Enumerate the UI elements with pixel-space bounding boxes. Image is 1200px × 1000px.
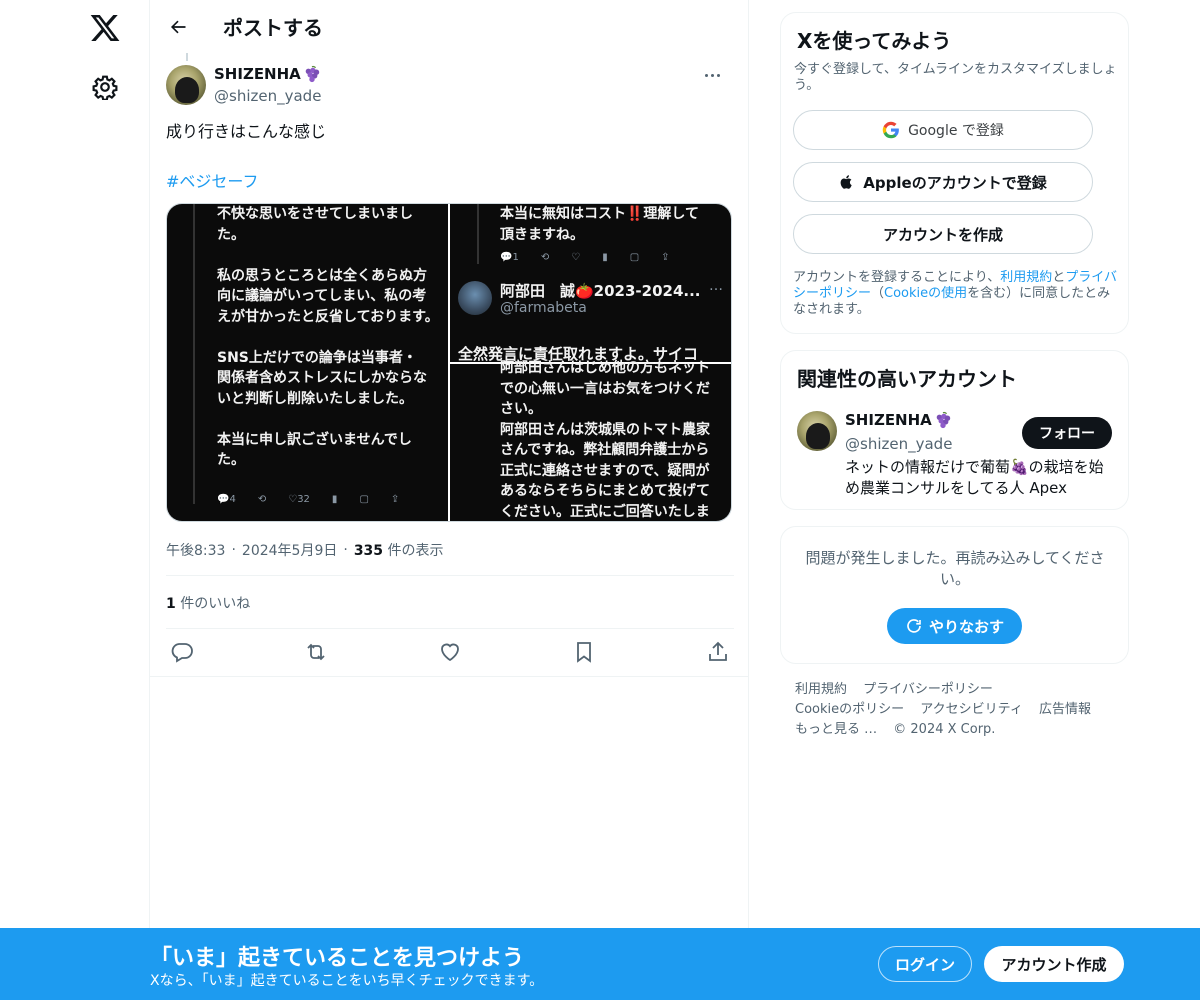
apple-icon (840, 175, 852, 189)
media-image-3[interactable]: 阿部田さんはじめ他の方もネット での心無い一言はお気をつけくだ さい。 阿部田さ… (450, 360, 731, 521)
signup-card-title: Xを使ってみよう (797, 29, 952, 53)
related-account-name[interactable]: SHIZENHA (845, 411, 952, 429)
signup-card: Xを使ってみよう 今すぐ登録して、タイムラインをカスタマイズしましょう。 Goo… (780, 12, 1129, 334)
thread-connector (186, 53, 188, 61)
terms-link[interactable]: 利用規約 (1000, 270, 1052, 285)
page-title: ポストする (223, 16, 323, 40)
hashtag-link[interactable]: #ベジセーフ (166, 168, 258, 192)
post-actions (166, 640, 734, 666)
post-media-grid: 不快な思いをさせてしまいまし た。 私の思うところとは全くあらぬ方 向に議論がい… (166, 203, 732, 522)
media-image-2-avatar (458, 281, 492, 315)
post-text: 成り行きはこんな感じ (166, 122, 327, 141)
google-signup-label: Google で登録 (908, 123, 1004, 139)
media-image-1[interactable]: 不快な思いをさせてしまいまし た。 私の思うところとは全くあらぬ方 向に議論がい… (167, 204, 448, 521)
media-image-3-text: 阿部田さんはじめ他の方もネット での心無い一言はお気をつけくだ さい。 阿部田さ… (500, 360, 710, 520)
post-author: SHIZENHA @shizen_yade (166, 65, 734, 107)
avatar[interactable] (797, 411, 837, 451)
footer-accessibility-link[interactable]: アクセシビリティ (920, 702, 1023, 717)
meta-separator: · (231, 542, 236, 558)
arrow-left-icon (170, 20, 186, 33)
signup-card-subtitle: 今すぐ登録して、タイムラインをカスタマイズしましょう。 (794, 62, 1117, 93)
media-image-2-username: 阿部田 誠🍅2023-2024... (500, 282, 701, 300)
cookie-link[interactable]: Cookieの使用 (884, 286, 967, 301)
bottom-signup-bar: 「いま」起きていることを見つけよう Xなら、「いま」起きていることをいち早くチェ… (0, 928, 1200, 1000)
author-name-text[interactable]: SHIZENHA (214, 65, 301, 83)
error-message: 問題が発生しました。再読み込みしてください。 (805, 549, 1105, 588)
footer-privacy-link[interactable]: プライバシーポリシー (863, 682, 993, 697)
bottom-bar-heading: 「いま」起きていることを見つけよう (150, 946, 525, 971)
grape-icon (305, 65, 319, 83)
bookmark-icon[interactable] (572, 640, 596, 664)
author-name[interactable]: SHIZENHA (214, 65, 321, 83)
grape-icon (936, 411, 950, 429)
create-account-button[interactable]: アカウントを作成 (793, 214, 1093, 254)
media-image-2-text: 本当に無知はコスト‼️理解して 頂きますね。 (500, 206, 700, 243)
avatar[interactable] (166, 65, 206, 105)
apple-signup-label: Appleのアカウントで登録 (863, 173, 1047, 192)
divider (150, 676, 748, 677)
footer-copyright: © 2024 X Corp. (893, 722, 996, 737)
main-column: ポストする SHIZENHA @shizen_yade 成り行きはこんな感じ #… (149, 0, 749, 1000)
divider (166, 628, 734, 629)
related-account-bio: ネットの情報だけで葡萄🍇の栽培を始め農業コンサルをしてる人 Apex (845, 458, 1104, 497)
refresh-icon (907, 619, 921, 633)
media-image-1-actions: 💬4 ⟲ ♡32 ▮ ▢ ⇪ (217, 494, 400, 505)
share-icon[interactable] (706, 640, 730, 664)
media-image-2-actions: 💬1 ⟲ ♡ ▮ ▢ ⇪ (500, 252, 670, 263)
related-account-handle[interactable]: @shizen_yade (845, 435, 952, 453)
divider (166, 575, 734, 576)
apple-signup-button[interactable]: Appleのアカウントで登録 (793, 162, 1093, 202)
related-accounts-card: 関連性の高いアカウント SHIZENHA @shizen_yade ネットの情報… (780, 350, 1129, 510)
page-header: ポストする (150, 0, 748, 53)
x-logo-icon[interactable] (89, 12, 121, 44)
view-count: 335 件の表示 (353, 543, 444, 559)
gear-icon[interactable] (92, 74, 118, 100)
footer-cookie-link[interactable]: Cookieのポリシー (795, 702, 904, 717)
create-account-label: アカウントを作成 (882, 225, 1003, 244)
post-date[interactable]: 2024年5月9日 (242, 540, 337, 560)
like-icon[interactable] (438, 640, 462, 664)
login-button[interactable]: ログイン (878, 946, 972, 982)
post-time[interactable]: 午後8:33 (166, 540, 225, 560)
likes-count[interactable]: 1 件のいいね (166, 593, 250, 613)
media-image-2-dots: … (709, 278, 723, 294)
post-metadata: 午後8:33 · 2024年5月9日 · 335 件の表示 (166, 540, 444, 560)
more-options-button[interactable] (698, 65, 726, 85)
footer-more-link[interactable]: もっと見る … (795, 722, 877, 737)
media-image-2[interactable]: 本当に無知はコスト‼️理解して 頂きますね。 💬1 ⟲ ♡ ▮ ▢ ⇪ 阿部田 誠🍅202… (450, 204, 731, 363)
left-nav (0, 0, 150, 1000)
author-handle[interactable]: @shizen_yade (214, 87, 321, 105)
error-card: 問題が発生しました。再読み込みしてください。 やりなおす (780, 526, 1129, 664)
footer-ads-link[interactable]: 広告情報 (1039, 702, 1091, 717)
repost-icon[interactable] (304, 640, 328, 664)
media-image-1-text: 不快な思いをさせてしまいまし た。 私の思うところとは全くあらぬ方 向に議論がい… (217, 206, 439, 468)
legal-notice: アカウントを登録することにより、利用規約とプライバシーポリシー（Cookieの使… (793, 270, 1118, 317)
retry-button[interactable]: やりなおす (887, 608, 1023, 644)
sidebar-footer: 利用規約 プライバシーポリシー Cookieのポリシー アクセシビリティ 広告情… (795, 680, 1115, 740)
reply-icon[interactable] (170, 640, 194, 664)
related-accounts-title: 関連性の高いアカウント (797, 367, 1017, 391)
follow-button[interactable]: フォロー (1022, 417, 1112, 449)
media-image-2-handle: @farmabeta (500, 300, 587, 316)
bottom-bar-subtext: Xなら、「いま」起きていることをいち早くチェックできます。 (150, 973, 544, 989)
meta-separator: · (343, 542, 348, 558)
retry-label: やりなおす (929, 617, 1005, 636)
related-account-name-text[interactable]: SHIZENHA (845, 411, 932, 429)
google-signup-button[interactable]: Google で登録 (793, 110, 1093, 150)
signup-button[interactable]: アカウント作成 (984, 946, 1124, 982)
back-button[interactable] (161, 10, 195, 44)
footer-terms-link[interactable]: 利用規約 (795, 682, 847, 697)
google-icon (882, 121, 899, 139)
